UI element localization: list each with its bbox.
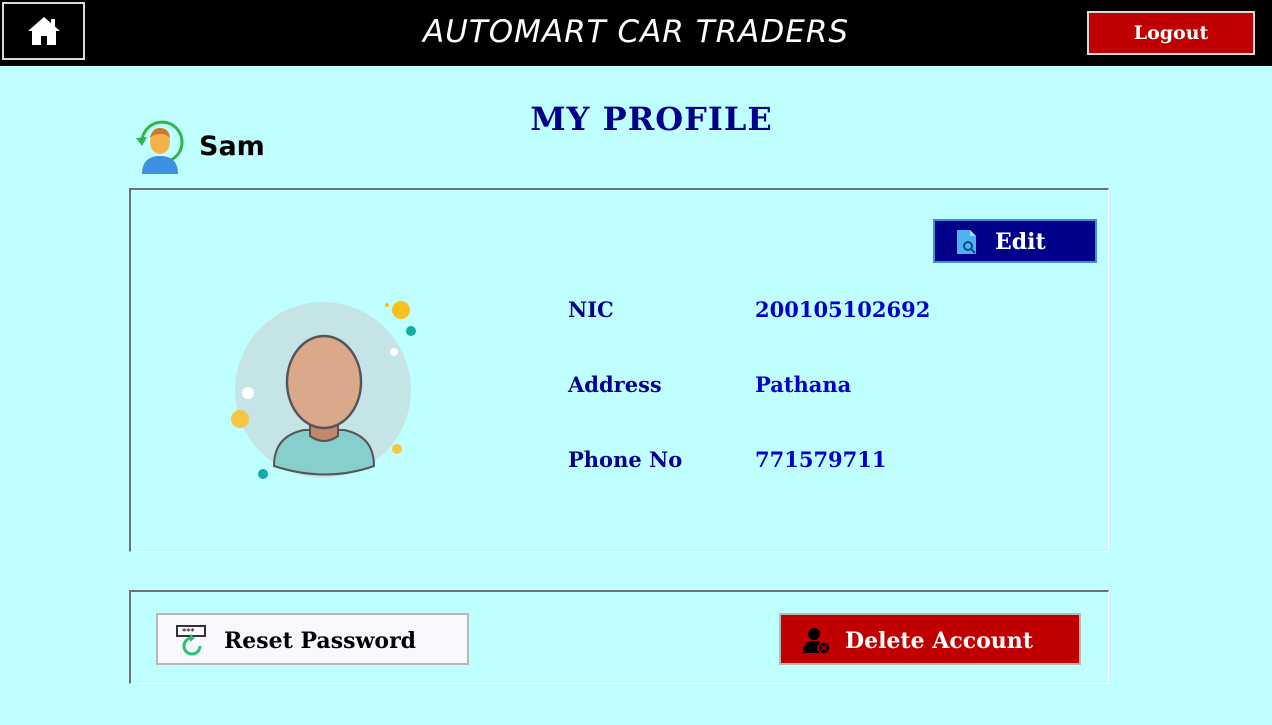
- user-avatar-icon: [136, 120, 184, 174]
- password-reset-icon: ***: [176, 625, 206, 656]
- phone-label: Phone No: [568, 447, 683, 472]
- logout-button[interactable]: Logout: [1087, 11, 1255, 55]
- svg-text:***: ***: [182, 627, 195, 636]
- delete-account-button[interactable]: Delete Account: [779, 613, 1081, 665]
- page-title: MY PROFILE: [530, 100, 773, 138]
- app-title: AUTOMART CAR TRADERS: [422, 14, 850, 50]
- user-name: Sam: [199, 131, 265, 162]
- address-label: Address: [568, 372, 662, 397]
- reset-password-label: Reset Password: [224, 628, 417, 654]
- document-search-icon: [957, 230, 976, 254]
- nic-value: 200105102692: [755, 297, 931, 322]
- address-value: Pathana: [755, 372, 852, 397]
- edit-label: Edit: [995, 229, 1046, 255]
- reset-password-button[interactable]: *** Reset Password: [156, 613, 469, 665]
- delete-user-icon: [803, 628, 831, 655]
- phone-value: 771579711: [755, 447, 887, 472]
- nic-label: NIC: [568, 297, 614, 322]
- delete-account-label: Delete Account: [845, 628, 1033, 654]
- profile-picture: [231, 301, 416, 479]
- edit-button[interactable]: Edit: [933, 219, 1097, 263]
